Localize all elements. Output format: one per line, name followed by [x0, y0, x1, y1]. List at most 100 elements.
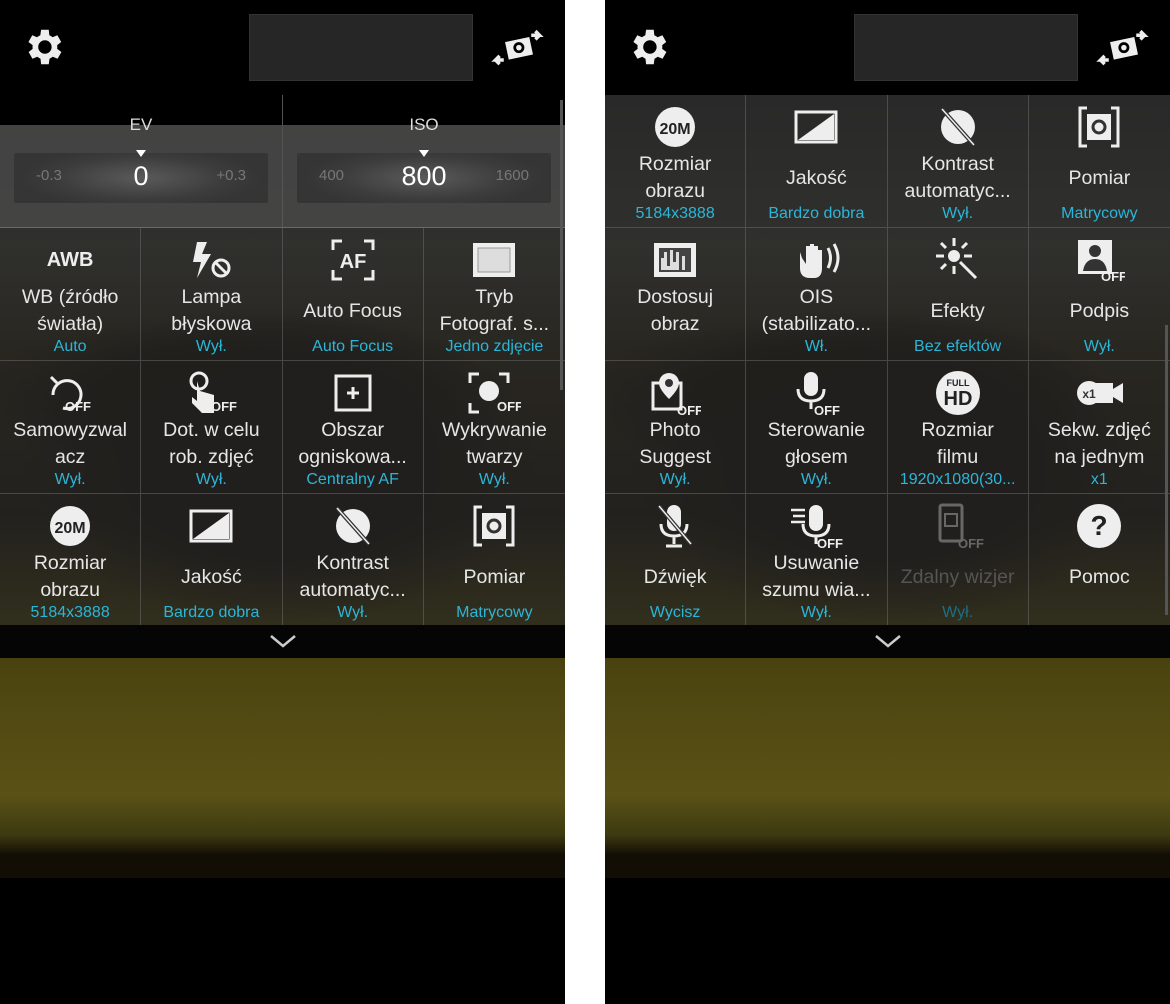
quality-icon: [786, 103, 846, 151]
mute-mic-icon: [645, 502, 705, 550]
setting-label: Podpis: [1069, 299, 1130, 322]
expand-panel-button[interactable]: [0, 625, 565, 658]
svg-text:20M: 20M: [55, 520, 86, 537]
effects-icon: [928, 236, 988, 284]
setting-label: Pomiar: [1068, 166, 1131, 189]
setting-label: OIS (stabilizato...: [761, 286, 872, 335]
full-hd-icon: FULL HD: [928, 369, 988, 417]
scrollbar[interactable]: [1165, 325, 1168, 615]
top-bar: [0, 0, 565, 95]
size-20m-icon: 20M: [40, 502, 100, 550]
setting-tile[interactable]: Efekty Bez efektów: [887, 228, 1029, 361]
setting-value: Wył.: [337, 604, 369, 621]
setting-tile[interactable]: OFF Wykrywanie twarzy Wył.: [423, 361, 565, 494]
gear-icon[interactable]: [625, 24, 671, 70]
size-20m-icon: 20M: [645, 103, 705, 151]
setting-value: 5184x3888: [30, 604, 110, 621]
ev-slider[interactable]: -0.3 0 +0.3: [14, 150, 268, 203]
setting-label: Dźwięk: [643, 565, 707, 588]
quick-settings-panel: EV -0.3 0 +0.3 ISO 400 800 1600 AWB WB (…: [0, 95, 565, 627]
setting-value: Wył.: [659, 471, 691, 488]
svg-text:AF: AF: [339, 251, 366, 273]
iso-title: ISO: [409, 115, 439, 134]
setting-label: Dostosuj obraz: [637, 286, 714, 335]
setting-tile[interactable]: ? Pomoc: [1028, 494, 1170, 627]
remote-viewfinder-off-icon: OFF: [928, 502, 988, 550]
setting-tile[interactable]: OFF Sterowanie głosem Wył.: [746, 361, 888, 494]
svg-text:OFF: OFF: [65, 399, 91, 413]
setting-tile[interactable]: x1 Sekw. zdjęć na jednym x1: [1028, 361, 1170, 494]
iso-slider[interactable]: 400 800 1600: [297, 150, 551, 203]
setting-tile[interactable]: AF Auto Focus Auto Focus: [282, 228, 424, 361]
svg-text:?: ?: [1091, 510, 1108, 541]
setting-label: Efekty: [930, 299, 985, 322]
ev-title: EV: [129, 115, 153, 134]
setting-tile[interactable]: Jakość Bardzo dobra: [141, 494, 283, 627]
svg-text:OFF: OFF: [497, 399, 521, 414]
scrollbar[interactable]: [560, 100, 563, 390]
setting-tile[interactable]: Tryb Fotograf. s... Jedno zdjęcie: [423, 228, 565, 361]
setting-label: Jakość: [786, 166, 847, 189]
setting-label: Samowyzwal acz: [13, 419, 128, 468]
setting-tile[interactable]: OFF Dot. w celu rob. zdjęć Wył.: [141, 361, 283, 494]
svg-text:HD: HD: [943, 388, 972, 410]
setting-label: Lampa błyskowa: [171, 286, 252, 335]
setting-label: Pomiar: [463, 565, 526, 588]
single-shot-icon: [464, 236, 524, 284]
setting-tile: OFF Zdalny wizjer Wył.: [887, 494, 1029, 627]
setting-tile[interactable]: Lampa błyskowa Wył.: [141, 228, 283, 361]
metering-icon: [1069, 103, 1129, 151]
setting-tile[interactable]: OFF Photo Suggest Wył.: [605, 361, 747, 494]
ois-icon: [786, 236, 846, 284]
setting-tile[interactable]: Dźwięk Wycisz: [605, 494, 747, 627]
setting-tile[interactable]: Kontrast automatyc... Wył.: [887, 95, 1029, 228]
setting-tile[interactable]: OFF Usuwanie szumu wia... Wył.: [746, 494, 888, 627]
setting-value: Auto: [53, 338, 87, 355]
camera-screen-right: 20M Rozmiar obrazu 5184x3888 Jakość Bardzo d…: [605, 0, 1170, 1004]
setting-tile[interactable]: Jakość Bardzo dobra: [746, 95, 888, 228]
setting-tile[interactable]: OFF Podpis Wył.: [1028, 228, 1170, 361]
setting-tile[interactable]: AWB WB (źródło światła) Auto: [0, 228, 142, 361]
setting-tile[interactable]: Pomiar Matrycowy: [1028, 95, 1170, 228]
face-detect-off-icon: OFF: [464, 369, 524, 417]
auto-contrast-off-icon: [323, 502, 383, 550]
setting-tile[interactable]: Dostosuj obraz: [605, 228, 747, 361]
setting-tile[interactable]: OIS (stabilizato... Wł.: [746, 228, 888, 361]
iso-marker: [419, 150, 429, 157]
setting-value: Wył.: [800, 604, 832, 621]
ev-high[interactable]: +0.3: [216, 167, 246, 184]
setting-tile[interactable]: OFF Samowyzwal acz Wył.: [0, 361, 142, 494]
setting-value: 5184x3888: [635, 205, 715, 222]
setting-tile[interactable]: 20M Rozmiar obrazu 5184x3888: [605, 95, 747, 228]
setting-value: Wył.: [942, 604, 974, 621]
setting-value: Wył.: [1083, 338, 1115, 355]
burst-shot-icon: x1: [1069, 369, 1129, 417]
iso-high[interactable]: 1600: [496, 167, 529, 184]
setting-value: Wył.: [478, 471, 510, 488]
exposure-row: EV -0.3 0 +0.3 ISO 400 800 1600: [0, 95, 565, 227]
setting-tile[interactable]: Pomiar Matrycowy: [423, 494, 565, 627]
switch-camera-icon[interactable]: [490, 26, 545, 72]
svg-text:OFF: OFF: [211, 399, 237, 414]
setting-label: Wykrywanie twarzy: [441, 419, 547, 468]
awb-icon: AWB: [46, 248, 94, 271]
svg-text:OFF: OFF: [814, 403, 840, 417]
flash-off-icon: [181, 236, 241, 284]
metering-icon: [464, 502, 524, 550]
setting-tile[interactable]: FULL HD Rozmiar filmu 1920x1080(30...: [887, 361, 1029, 494]
gear-icon[interactable]: [20, 24, 66, 70]
setting-label: Pomoc: [1069, 565, 1130, 588]
setting-tile[interactable]: 20M Rozmiar obrazu 5184x3888: [0, 494, 142, 627]
expand-panel-button[interactable]: [605, 625, 1170, 658]
svg-text:OFF: OFF: [817, 536, 843, 550]
setting-tile[interactable]: Obszar ogniskowa... Centralny AF: [282, 361, 424, 494]
switch-camera-icon[interactable]: [1095, 26, 1150, 72]
voice-control-off-icon: OFF: [786, 369, 846, 417]
timer-off-icon: OFF: [40, 369, 100, 417]
setting-value: Wył.: [800, 471, 832, 488]
ev-control: EV -0.3 0 +0.3: [0, 95, 283, 227]
setting-value: Wył.: [195, 338, 227, 355]
setting-value: Auto Focus: [312, 338, 394, 355]
setting-tile[interactable]: Kontrast automatyc... Wył.: [282, 494, 424, 627]
setting-label: Jakość: [181, 565, 242, 588]
